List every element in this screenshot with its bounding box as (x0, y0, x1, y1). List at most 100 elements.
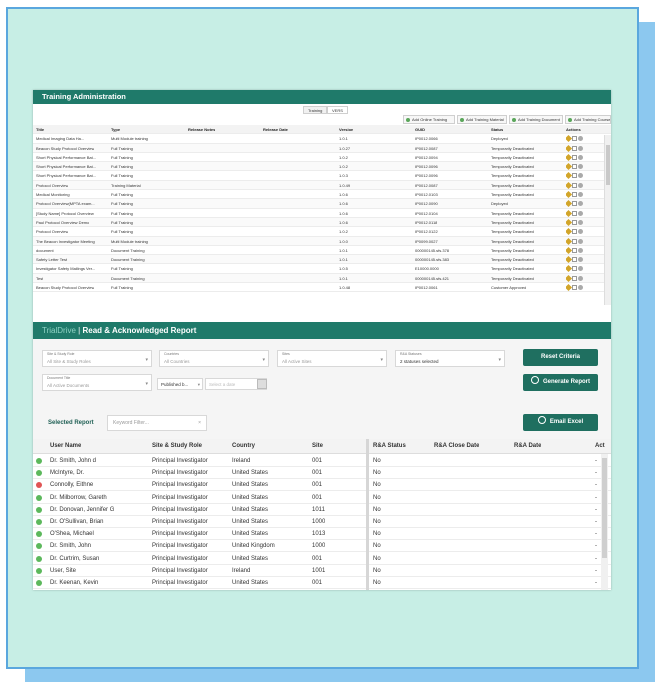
tab-vers[interactable]: VERS (327, 106, 348, 114)
settings-icon[interactable] (578, 145, 583, 151)
col-country[interactable]: Country (232, 439, 255, 454)
countries-select[interactable]: Countries All Countries ▾ (159, 350, 269, 367)
training-scrollbar[interactable] (604, 135, 611, 305)
training-row[interactable]: document Document Training 1.0.1 000000145.… (33, 246, 611, 256)
report-row[interactable]: Dr. Keenan, Kevin Principal Investigator U… (33, 577, 611, 589)
report-row[interactable]: Dr. Smith, John Principal Investigator Uni… (33, 540, 611, 553)
settings-icon[interactable] (578, 275, 583, 281)
settings-icon[interactable] (578, 257, 583, 263)
settings-icon[interactable] (578, 192, 583, 198)
copy-icon[interactable] (572, 257, 577, 263)
copy-icon[interactable] (572, 145, 577, 151)
add-training-course-button[interactable]: Add Training Course (565, 115, 611, 124)
copy-icon[interactable] (572, 173, 577, 179)
report-row[interactable]: O'Shea, Michael Principal Investigator Uni… (33, 528, 611, 541)
report-row[interactable]: User, Site Principal Investigator Ireland 1… (33, 565, 611, 577)
training-row[interactable]: Short Physical Performance Bat... Full Tr… (33, 153, 611, 163)
copy-icon[interactable] (572, 182, 577, 188)
training-row[interactable]: Paul Protocol Overview Demo Full Training… (33, 217, 611, 228)
training-row[interactable]: Protocol Overview Full Training 1.0.2 IP001… (33, 227, 611, 237)
report-scrollbar[interactable] (601, 454, 608, 590)
report-row[interactable]: Dr. Milborrow, Gareth Principal Investiga… (33, 492, 611, 504)
copy-icon[interactable] (572, 275, 577, 281)
settings-icon[interactable] (578, 201, 583, 207)
email-excel-button[interactable]: Email Excel (523, 414, 598, 431)
column-divider[interactable] (366, 439, 369, 590)
col-status[interactable]: Status (491, 125, 503, 134)
training-row[interactable]: Medical Imaging Data Ha... Multi Module t… (33, 134, 611, 144)
report-row[interactable]: Dr. Curtrim, Susan Principal Investigator… (33, 553, 611, 565)
training-row[interactable]: Investigator Safety Mailings Ver... Full … (33, 264, 611, 274)
col-actions[interactable]: Act (595, 439, 605, 454)
report-row[interactable]: Dr. O'Sullivan, Brian Principal Investiga… (33, 516, 611, 528)
copy-icon[interactable] (572, 164, 577, 170)
document-title-select[interactable]: Document Title All Active Documents ▾ (42, 374, 152, 391)
col-user-name[interactable]: User Name (50, 439, 81, 454)
keyword-filter-input[interactable]: Keyword Filter... × (107, 415, 207, 431)
tab-training[interactable]: Training (303, 106, 328, 114)
settings-icon[interactable] (578, 210, 583, 216)
report-scroll-thumb[interactable] (602, 458, 607, 558)
copy-icon[interactable] (572, 201, 577, 207)
col-type[interactable]: Type (111, 125, 120, 134)
settings-icon[interactable] (578, 182, 583, 188)
training-row[interactable]: Medical Monitoring Full Training 1.0.6 IP00… (33, 190, 611, 200)
clear-icon[interactable]: × (198, 416, 201, 430)
site-role-select[interactable]: Site & Study Role All Site & Study Roles… (42, 350, 152, 367)
settings-icon[interactable] (578, 136, 583, 142)
training-row[interactable]: [Study Name] Protocol Overview Full Train… (33, 209, 611, 218)
calendar-icon[interactable] (257, 379, 267, 389)
settings-icon[interactable] (578, 238, 583, 244)
add-online-training-button[interactable]: Add Online Training (403, 115, 455, 124)
ra-statuses-select[interactable]: R&A Statuses 2 statuses selected ▾ (395, 350, 505, 367)
report-row[interactable]: Dr. Donovan, Jennifer G Principal Investi… (33, 504, 611, 516)
copy-icon[interactable] (572, 219, 577, 225)
col-ra-status[interactable]: R&A Status (373, 439, 406, 454)
report-row[interactable]: Dr. Smith, John d Principal Investigator I… (33, 455, 611, 467)
training-scroll-thumb[interactable] (606, 145, 610, 185)
training-row[interactable]: Protocol Overview Training Material 1.0.49… (33, 180, 611, 191)
reset-criteria-button[interactable]: Reset Criteria (523, 349, 598, 366)
col-release-notes[interactable]: Release Notes (188, 125, 215, 134)
training-row[interactable]: Safety Letter Test Document Training 1.0.1… (33, 255, 611, 265)
copy-icon[interactable] (572, 247, 577, 253)
settings-icon[interactable] (578, 247, 583, 253)
copy-icon[interactable] (572, 136, 577, 142)
report-row[interactable]: Connolly, Eithne Principal Investigator Un… (33, 479, 611, 492)
training-row[interactable]: Test Document Training 1.0.1 000000145.sfs.… (33, 273, 611, 284)
sites-select[interactable]: Sites All Active Sites ▾ (277, 350, 387, 367)
copy-icon[interactable] (572, 285, 577, 291)
settings-icon[interactable] (578, 173, 583, 179)
col-ra-date[interactable]: R&A Date (514, 439, 541, 454)
generate-report-button[interactable]: Generate Report (523, 374, 598, 391)
settings-icon[interactable] (578, 154, 583, 160)
copy-icon[interactable] (572, 210, 577, 216)
report-row[interactable]: McIntyre, Dr. Principal Investigator Unite… (33, 467, 611, 480)
settings-icon[interactable] (578, 285, 583, 291)
settings-icon[interactable] (578, 266, 583, 272)
training-row[interactable]: Beacon Study Protocol Overview Full Train… (33, 283, 611, 293)
col-guid[interactable]: GUID (415, 125, 425, 134)
copy-icon[interactable] (572, 266, 577, 272)
training-row[interactable]: Protocol Overview(MPTA exam... Full Train… (33, 199, 611, 209)
training-row[interactable]: Short Physical Performance Bat... Full Tr… (33, 171, 611, 181)
col-site-study-role[interactable]: Site & Study Role (152, 439, 202, 454)
settings-icon[interactable] (578, 164, 583, 170)
col-release-date[interactable]: Release Date (263, 125, 288, 134)
training-row[interactable]: Short Physical Performance Bat... Full Tr… (33, 162, 611, 172)
published-select[interactable]: Published b... ▾ (157, 378, 203, 390)
col-title[interactable]: Title (36, 125, 44, 134)
copy-icon[interactable] (572, 238, 577, 244)
add-training-material-button[interactable]: Add Training Material (457, 115, 507, 124)
col-ra-close-date[interactable]: R&A Close Date (434, 439, 479, 454)
copy-icon[interactable] (572, 154, 577, 160)
copy-icon[interactable] (572, 229, 577, 235)
col-version[interactable]: Version (339, 125, 353, 134)
add-training-document-button[interactable]: Add Training Document (509, 115, 563, 124)
settings-icon[interactable] (578, 219, 583, 225)
settings-icon[interactable] (578, 229, 583, 235)
copy-icon[interactable] (572, 192, 577, 198)
training-row[interactable]: The Beacon Investigator Meeting Multi Mod… (33, 236, 611, 246)
col-site[interactable]: Site (312, 439, 323, 454)
training-row[interactable]: Beacon Study Protocol Overview Full Train… (33, 143, 611, 153)
